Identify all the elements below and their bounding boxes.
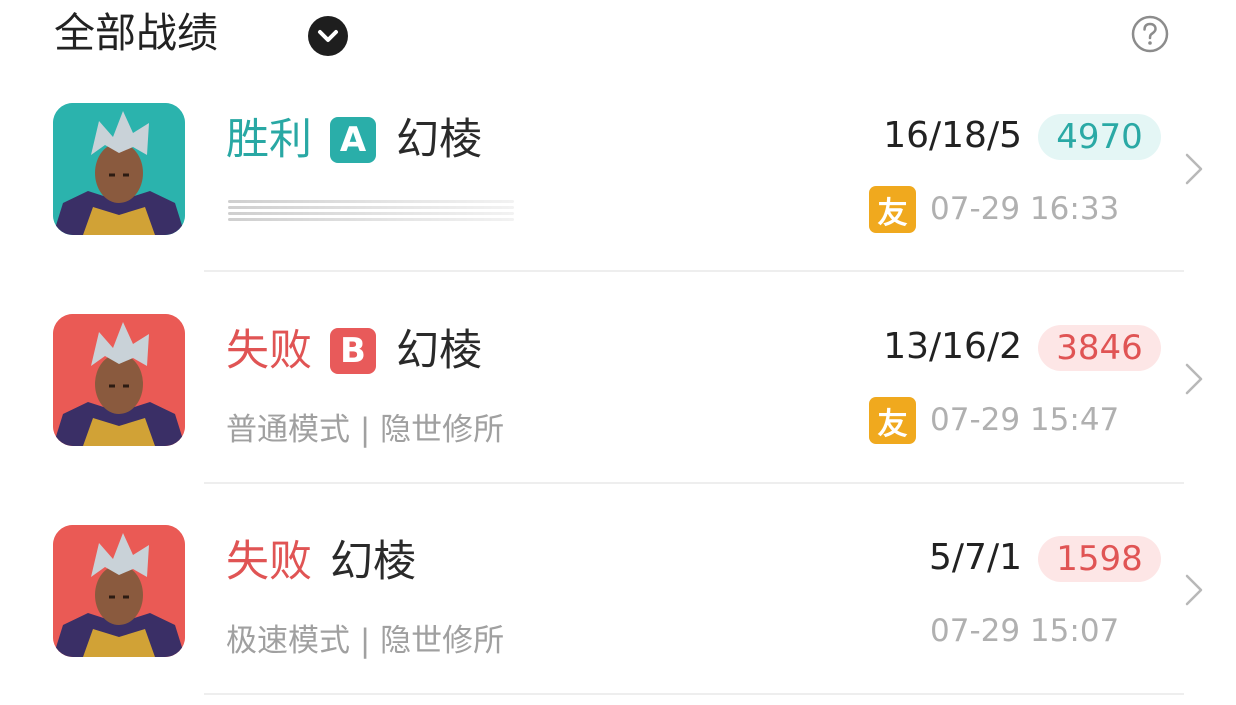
match-time: 07-29 15:47	[930, 402, 1120, 438]
chevron-right-icon[interactable]	[1183, 573, 1205, 607]
friend-badge: 友	[869, 397, 916, 444]
match-row[interactable]: 失败 幻棱 极速模式 | 隐世修所 5/7/1 1598 07-29 15:07	[0, 0, 1236, 659]
divider	[204, 482, 1184, 484]
kda: 5/7/1	[929, 537, 1022, 578]
kda: 13/16/2	[883, 326, 1022, 367]
mode-label: 极速模式 | 隐世修所	[226, 623, 505, 659]
hero-avatar	[53, 314, 185, 446]
hero-name: 幻棱	[396, 326, 482, 376]
score-badge: 3846	[1038, 325, 1161, 371]
match-summary: 失败 B 幻棱	[226, 323, 482, 379]
result-label: 失败	[226, 537, 312, 587]
divider	[204, 270, 1184, 272]
divider	[204, 693, 1184, 695]
match-summary: 失败 幻棱	[226, 534, 416, 590]
chevron-right-icon[interactable]	[1183, 362, 1205, 396]
hero-avatar	[53, 525, 185, 657]
match-time: 07-29 15:07	[930, 613, 1120, 649]
grade-badge: B	[330, 328, 376, 374]
mode-label: 普通模式 | 隐世修所	[226, 412, 505, 448]
result-label: 失败	[226, 326, 312, 376]
score-badge: 1598	[1038, 536, 1161, 582]
hero-name: 幻棱	[330, 537, 416, 587]
